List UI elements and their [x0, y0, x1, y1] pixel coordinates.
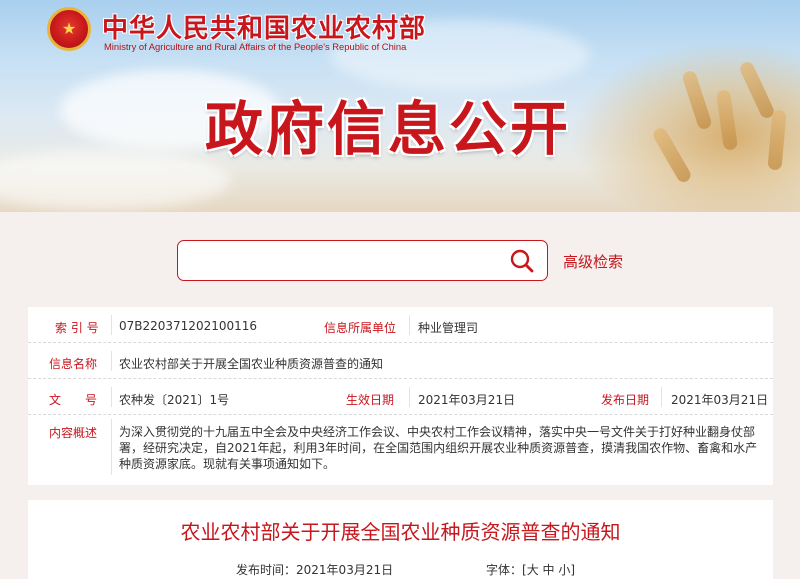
publish-time-value: 2021年03月21日 [296, 563, 394, 577]
summary-text: 为深入贯彻党的十九届五中全会及中央经济工作会议、中央农村工作会议精神，落实中央一… [119, 425, 758, 471]
font-bracket-close: ] [570, 563, 576, 577]
font-size-medium[interactable]: 中 [543, 563, 555, 577]
font-size-label: 字体： [486, 563, 523, 577]
title-label: 信息名称 [49, 357, 98, 371]
index-value: 07B220371202100116 [119, 319, 258, 333]
org-label: 信息所属单位 [324, 321, 397, 335]
header-banner: ★ 中华人民共和国农业农村部 Ministry of Agriculture a… [0, 0, 800, 212]
summary-label: 内容概述 [49, 426, 98, 440]
publish-date-label: 发布日期 [601, 393, 650, 407]
effective-date-label: 生效日期 [346, 393, 395, 407]
wheat-decoration [570, 40, 800, 212]
publish-time-label: 发布时间： [236, 563, 297, 577]
effective-date-value: 2021年03月21日 [418, 393, 516, 407]
article-title: 农业农村部关于开展全国农业种质资源普查的通知 [180, 520, 621, 544]
advanced-search-link[interactable]: 高级检索 [563, 251, 623, 272]
publish-time: 发布时间：2021年03月21日 [236, 561, 393, 578]
publish-date-value: 2021年03月21日 [671, 393, 769, 407]
ministry-name-en: Ministry of Agriculture and Rural Affair… [104, 41, 407, 52]
info-row-doc: 文 号 农种发〔2021〕1号 生效日期 2021年03月21日 发布日期 20… [28, 379, 773, 415]
font-size-small[interactable]: 小 [558, 563, 570, 577]
doc-number-value: 农种发〔2021〕1号 [119, 393, 230, 407]
ministry-name-cn[interactable]: 中华人民共和国农业农村部 [102, 8, 426, 45]
org-value: 种业管理司 [418, 321, 479, 335]
index-label: 索 引 号 [55, 321, 99, 335]
search-box [177, 240, 548, 281]
info-row-name: 信息名称 农业农村部关于开展全国农业种质资源普查的通知 [28, 343, 773, 379]
font-size-control: 字体：[大 中 小] [486, 561, 575, 578]
banner-title: 政府信息公开 [205, 95, 572, 163]
title-value: 农业农村部关于开展全国农业种质资源普查的通知 [119, 357, 384, 371]
doc-number-label: 文 号 [49, 393, 98, 407]
info-panel: 索 引 号 07B220371202100116 信息所属单位 种业管理司 信息… [28, 307, 773, 485]
search-input[interactable] [188, 249, 488, 273]
article-header: 农业农村部关于开展全国农业种质资源普查的通知 发布时间：2021年03月21日 … [28, 500, 773, 579]
cloud-decoration [0, 150, 230, 210]
national-emblem-icon: ★ [47, 7, 91, 51]
info-row-index: 索 引 号 07B220371202100116 信息所属单位 种业管理司 [28, 307, 773, 343]
font-size-large[interactable]: 大 [527, 563, 539, 577]
search-icon[interactable] [509, 248, 535, 274]
